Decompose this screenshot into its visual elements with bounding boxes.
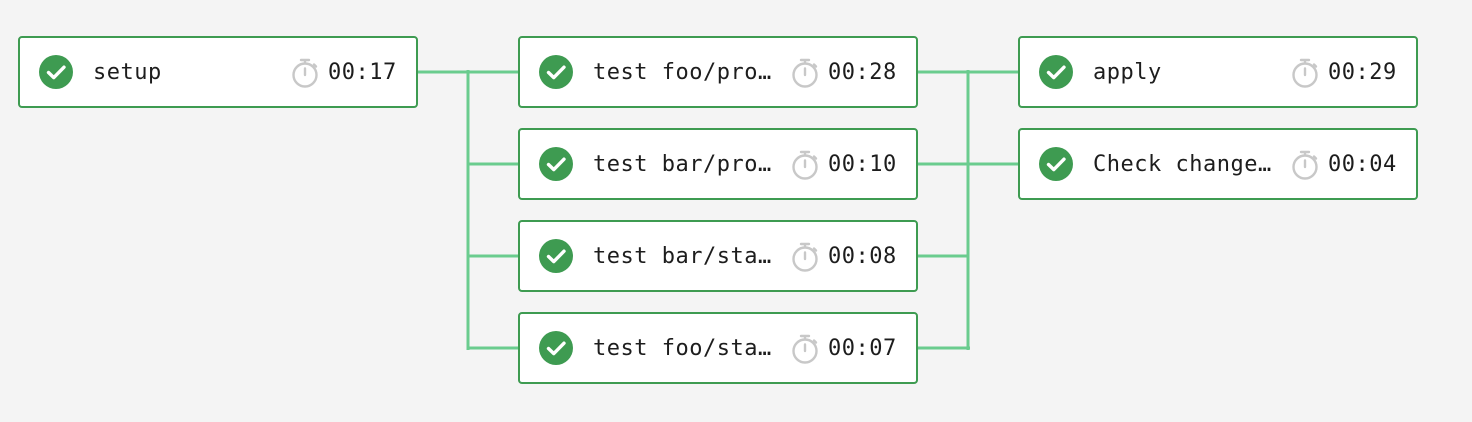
stopwatch-icon — [1292, 150, 1318, 180]
stopwatch-icon — [792, 334, 818, 364]
job-card-check-changes[interactable]: Check change… 00:04 — [1018, 128, 1418, 200]
check-circle-icon — [539, 331, 573, 365]
stopwatch-icon — [1292, 58, 1318, 88]
job-duration: 00:28 — [828, 60, 897, 85]
job-duration: 00:07 — [828, 336, 897, 361]
check-circle-icon — [539, 239, 573, 273]
check-circle-icon — [539, 55, 573, 89]
check-circle-icon — [539, 147, 573, 181]
check-circle-icon — [39, 55, 73, 89]
job-name: test foo/pro… — [593, 60, 772, 85]
job-name: test bar/pro… — [593, 152, 772, 177]
job-duration: 00:10 — [828, 152, 897, 177]
job-duration: 00:04 — [1328, 152, 1397, 177]
job-card-test-foo-pro[interactable]: test foo/pro… 00:28 — [518, 36, 918, 108]
job-name: test foo/sta… — [593, 336, 772, 361]
stopwatch-icon — [792, 242, 818, 272]
job-name: test bar/sta… — [593, 244, 772, 269]
job-card-test-bar-sta[interactable]: test bar/sta… 00:08 — [518, 220, 918, 292]
stopwatch-icon — [292, 58, 318, 88]
job-card-test-bar-pro[interactable]: test bar/pro… 00:10 — [518, 128, 918, 200]
job-card-test-foo-sta[interactable]: test foo/sta… 00:07 — [518, 312, 918, 384]
job-card-apply[interactable]: apply 00:29 — [1018, 36, 1418, 108]
job-name: setup — [93, 60, 162, 85]
job-name: apply — [1093, 60, 1162, 85]
job-name: Check change… — [1093, 152, 1272, 177]
job-duration: 00:08 — [828, 244, 897, 269]
job-card-setup[interactable]: setup 00:17 — [18, 36, 418, 108]
stopwatch-icon — [792, 58, 818, 88]
stopwatch-icon — [792, 150, 818, 180]
job-duration: 00:29 — [1328, 60, 1397, 85]
job-duration: 00:17 — [328, 60, 397, 85]
workflow-pipeline-graph: setup 00:17 test foo/pro… 00:28 test bar… — [0, 0, 1472, 422]
check-circle-icon — [1039, 147, 1073, 181]
check-circle-icon — [1039, 55, 1073, 89]
